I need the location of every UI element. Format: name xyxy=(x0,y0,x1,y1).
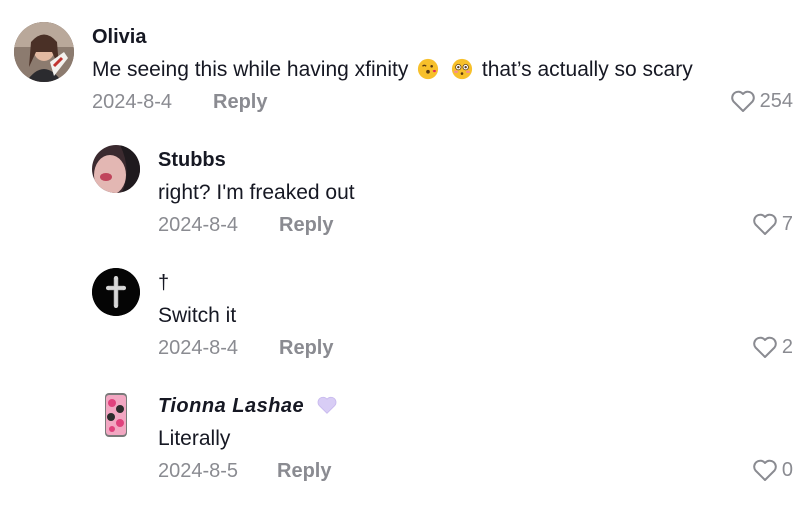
like-count: 7 xyxy=(781,212,793,235)
reply-button[interactable]: Reply xyxy=(279,214,333,237)
reply-button[interactable]: Reply xyxy=(279,337,333,360)
comment-date: 2024-8-5 xyxy=(158,460,239,482)
avatar[interactable] xyxy=(92,145,140,193)
heart-icon xyxy=(753,213,777,235)
comment-author[interactable]: † xyxy=(158,272,169,295)
comment-stubbs: Stubbs right? I'm freaked out 2024-8-4 R… xyxy=(0,130,793,253)
comment-text: Literally xyxy=(158,427,231,450)
comment-date: 2024-8-4 xyxy=(158,337,239,359)
like-button[interactable]: 0 xyxy=(752,458,793,482)
comment-text-part: that’s actually so scary xyxy=(481,58,693,81)
comment-author[interactable]: Stubbs xyxy=(158,149,226,172)
heart-icon xyxy=(753,336,777,358)
avatar[interactable] xyxy=(14,22,74,82)
heart-icon xyxy=(753,459,777,481)
comment-author[interactable]: Olivia xyxy=(92,26,146,49)
comment-date: 2024-8-4 xyxy=(158,214,239,236)
avatar[interactable] xyxy=(92,391,140,439)
avatar[interactable] xyxy=(92,268,140,316)
like-button[interactable]: 254 xyxy=(730,89,793,113)
comment-olivia: Olivia Me seeing this while having xfini… xyxy=(0,0,793,130)
like-button[interactable]: 7 xyxy=(752,212,793,236)
like-count: 0 xyxy=(781,458,793,481)
comment-date: 2024-8-4 xyxy=(92,91,173,113)
comment-author[interactable]: Tionna Lashae xyxy=(158,395,338,418)
reply-button[interactable]: Reply xyxy=(213,91,267,114)
author-name: Tionna Lashae xyxy=(158,395,305,417)
like-count: 254 xyxy=(759,89,793,112)
comment-text: right? I'm freaked out xyxy=(158,181,355,204)
flushed-face-emoji-icon xyxy=(451,58,473,80)
comment-text: Switch it xyxy=(158,304,237,327)
purple-heart-emoji-icon xyxy=(317,396,337,414)
cross-icon xyxy=(92,268,140,316)
comment-tionna: Tionna Lashae Literally 2024-8-5 Reply 0 xyxy=(0,376,793,506)
like-button[interactable]: 2 xyxy=(752,335,793,359)
like-count: 2 xyxy=(781,335,793,358)
comment-text-part: Me seeing this while having xfinity xyxy=(92,58,409,81)
kissing-face-emoji-icon xyxy=(418,58,439,80)
comment-text: Me seeing this while having xfinity that… xyxy=(92,58,693,82)
reply-button[interactable]: Reply xyxy=(277,460,331,483)
comment-cross: † Switch it 2024-8-4 Reply 2 xyxy=(0,253,793,376)
heart-icon xyxy=(730,90,755,112)
